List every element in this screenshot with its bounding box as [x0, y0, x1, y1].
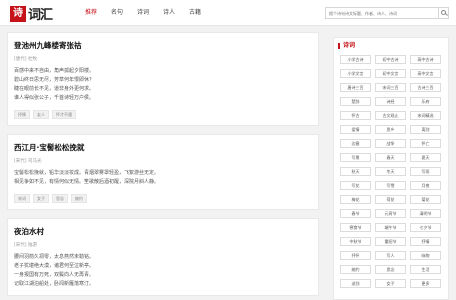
nav-famous-lines[interactable]: 名句 — [104, 0, 130, 26]
category-chip[interactable]: 七夕节 — [410, 223, 441, 232]
category-chip[interactable]: 爱情 — [340, 125, 371, 134]
poem-tag[interactable]: 抒情 — [14, 110, 30, 119]
category-chip[interactable]: 梅花 — [340, 195, 371, 204]
category-chip[interactable]: 生活 — [410, 265, 441, 274]
poem-line: 宝髻松松挽就，铅华淡淡妆成。青烟翠雾罩轻盈，飞絮游丝无定。 — [14, 170, 160, 176]
poem-card: 西江月·宝髻松松挽就 [宋代] 司马光 宝髻松松挽就，铅华淡淡妆成。青烟翠雾罩轻… — [7, 134, 319, 210]
category-chip[interactable]: 边塞 — [340, 139, 371, 148]
category-chip[interactable]: 菊花 — [410, 195, 441, 204]
search-button[interactable] — [438, 7, 449, 19]
category-chip[interactable]: 女子 — [375, 279, 406, 288]
logo-badge: 诗 — [10, 5, 26, 22]
nav-poets[interactable]: 诗人 — [156, 0, 182, 26]
category-chip[interactable]: 小学古诗 — [340, 55, 371, 64]
category-chip[interactable]: 中秋节 — [340, 237, 371, 246]
poem-tag[interactable]: 宋词 — [14, 194, 30, 203]
category-chip[interactable]: 写雪 — [375, 181, 406, 190]
category-chip[interactable]: 怀亡 — [410, 139, 441, 148]
category-chip[interactable]: 思念 — [375, 265, 406, 274]
category-chip[interactable]: 写花 — [340, 181, 371, 190]
poem-author[interactable]: [唐代] 杜牧 — [14, 56, 312, 62]
poem-tag[interactable]: 思念 — [52, 194, 68, 203]
category-chip[interactable]: 高中文言 — [410, 69, 441, 78]
poem-line: 碧山终日思无尽，芳草何年恨即休？ — [14, 77, 95, 83]
poem-title[interactable]: 夜泊水村 — [14, 226, 312, 237]
nav-classics[interactable]: 古籍 — [182, 0, 208, 26]
category-chip[interactable]: 楚辞 — [340, 97, 371, 106]
category-chip[interactable]: 小学文言 — [340, 69, 371, 78]
category-chip[interactable]: 元宵节 — [375, 209, 406, 218]
poem-line: 谁人得似张公子，千首诗轻万户侯。 — [14, 95, 95, 101]
poem-tag[interactable]: 婉约 — [71, 194, 87, 203]
category-chip[interactable]: 清明节 — [410, 209, 441, 218]
poem-line: 百感中来不自由，角声孤起夕阳楼。 — [14, 68, 95, 74]
category-chip[interactable]: 端午节 — [375, 223, 406, 232]
poem-tag[interactable]: 女子 — [33, 194, 49, 203]
category-chip[interactable]: 初中文言 — [375, 69, 406, 78]
poem-feed: 登池州九峰楼寄张祜 [唐代] 杜牧 百感中来不自由，角声孤起夕阳楼。 碧山终日思… — [7, 32, 319, 300]
poem-line: 睫在眼前长不见，道非身外更何求。 — [14, 86, 95, 92]
poem-author[interactable]: [宋代] 陆游 — [14, 242, 312, 248]
poem-tag[interactable]: 怀才不遇 — [52, 110, 76, 119]
category-chip[interactable]: 送别 — [340, 279, 371, 288]
poem-tag[interactable]: 友人 — [33, 110, 49, 119]
category-chip[interactable]: 春天 — [375, 153, 406, 162]
poem-line: 记取江湖泊船处，卧闻新雁落寒汀。 — [14, 281, 95, 287]
top-bar: 诗 词汇 推荐 名句 诗词 诗人 古籍 — [0, 0, 456, 26]
nav-poems[interactable]: 诗词 — [130, 0, 156, 26]
poem-line: 老子犹堪绝大漠，诸君何至泣新亭。 — [14, 263, 95, 269]
category-chip[interactable]: 春节 — [340, 209, 371, 218]
poem-line: 一身报国有万死，双鬓向人无再青。 — [14, 272, 95, 278]
category-chip[interactable]: 婉约 — [340, 265, 371, 274]
category-chip[interactable]: 诗经 — [375, 97, 406, 106]
poetry-category-panel: 诗词 小学古诗 初中古诗 高中古诗 小学文言 初中文言 高中文言 唐诗三百 宋词… — [333, 37, 449, 300]
category-chip[interactable]: 秋天 — [340, 167, 371, 176]
category-chip[interactable]: 宋词三百 — [375, 83, 406, 92]
category-chip[interactable]: 冬天 — [375, 167, 406, 176]
search-icon-handle — [445, 13, 448, 16]
search-input[interactable] — [325, 7, 439, 19]
category-chip[interactable]: 怀古 — [340, 111, 371, 120]
category-grid: 小学古诗 初中古诗 高中古诗 小学文言 初中文言 高中文言 唐诗三百 宋词三百 … — [340, 55, 444, 288]
poem-tags: 宋词 女子 思念 婉约 — [14, 194, 312, 203]
category-more-link[interactable]: 更多 — [410, 279, 441, 288]
category-chip[interactable]: 荷花 — [375, 195, 406, 204]
poem-tags: 抒情 友人 怀才不遇 — [14, 110, 312, 119]
category-chip[interactable]: 抒情 — [410, 237, 441, 246]
poem-title[interactable]: 登池州九峰楼寄张祜 — [14, 40, 312, 51]
poem-title[interactable]: 西江月·宝髻松松挽就 — [14, 142, 312, 153]
logo-text: 词汇 — [28, 8, 53, 23]
category-chip[interactable]: 宋词精选 — [410, 111, 441, 120]
category-chip[interactable]: 写人 — [375, 251, 406, 260]
category-chip[interactable]: 写雨 — [410, 167, 441, 176]
category-chip[interactable]: 离别 — [410, 125, 441, 134]
category-chip[interactable]: 夏天 — [410, 153, 441, 162]
category-chip[interactable]: 月夜 — [410, 181, 441, 190]
category-chip[interactable]: 古文观止 — [375, 111, 406, 120]
category-chip[interactable]: 唐诗三百 — [340, 83, 371, 92]
poem-card: 登池州九峰楼寄张祜 [唐代] 杜牧 百感中来不自由，角声孤起夕阳楼。 碧山终日思… — [7, 32, 319, 126]
nav-recommend[interactable]: 推荐 — [78, 0, 104, 26]
category-chip[interactable]: 乐府 — [410, 97, 441, 106]
category-chip[interactable]: 咏物 — [410, 251, 441, 260]
category-chip[interactable]: 战争 — [375, 139, 406, 148]
category-chip[interactable]: 思乡 — [375, 125, 406, 134]
poem-line: 腰间羽箭久凋零，太息燕然未勒铭。 — [14, 254, 95, 260]
category-chip[interactable]: 写景 — [340, 153, 371, 162]
panel-title: 诗词 — [338, 43, 355, 49]
category-chip[interactable]: 古诗三百 — [410, 83, 441, 92]
poem-author[interactable]: [宋代] 司马光 — [14, 158, 312, 164]
site-logo[interactable]: 诗 词汇 — [10, 5, 53, 23]
category-chip[interactable]: 初中古诗 — [375, 55, 406, 64]
category-chip[interactable]: 高中古诗 — [410, 55, 441, 64]
category-chip[interactable]: 抒怀 — [340, 251, 371, 260]
poem-line: 相见争如不见，有情何似无情。笙歌散后酒初醒，深院月斜人静。 — [14, 179, 160, 185]
poem-card: 夜泊水村 [宋代] 陆游 腰间羽箭久凋零，太息燕然未勒铭。 老子犹堪绝大漠，诸君… — [7, 218, 319, 296]
category-chip[interactable]: 重阳节 — [375, 237, 406, 246]
category-chip[interactable]: 寒食节 — [340, 223, 371, 232]
main-nav: 推荐 名句 诗词 诗人 古籍 — [78, 0, 208, 26]
